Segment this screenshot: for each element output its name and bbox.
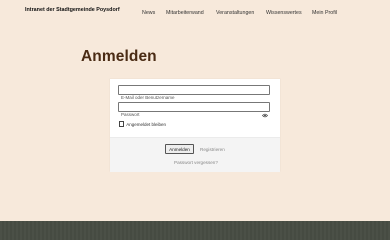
password-field[interactable] [118, 102, 270, 119]
page-footer [0, 221, 390, 240]
remember-me-checkbox[interactable] [119, 121, 125, 127]
login-button[interactable]: Anmelden [165, 144, 194, 154]
forgot-password-link[interactable]: Passwort vergessen? [174, 160, 218, 165]
nav-item-veranstaltungen[interactable]: Veranstaltungen [216, 10, 254, 17]
top-nav: News Mitarbeiterwand Veranstaltungen Wis… [0, 10, 390, 18]
nav-item-mein-profil[interactable]: Mein Profil [312, 10, 337, 17]
page-title: Anmelden [81, 48, 157, 65]
nav-item-wissenswertes[interactable]: Wissenswertes [266, 10, 302, 17]
username-input[interactable] [119, 93, 259, 102]
login-card: Angemeldet bleiben Anmelden Registrieren… [110, 79, 280, 172]
remember-me-row[interactable]: Angemeldet bleiben [119, 121, 166, 127]
username-field[interactable] [118, 85, 270, 102]
login-card-footer: Anmelden Registrieren Passwort vergessen… [110, 137, 280, 172]
register-link[interactable]: Registrieren [200, 147, 225, 152]
remember-me-label[interactable]: Angemeldet bleiben [126, 122, 166, 127]
eye-icon[interactable] [262, 105, 268, 117]
nav-item-mitarbeiterwand[interactable]: Mitarbeiterwand [166, 10, 204, 17]
password-input[interactable] [119, 110, 259, 119]
nav-item-news[interactable]: News [142, 10, 155, 17]
